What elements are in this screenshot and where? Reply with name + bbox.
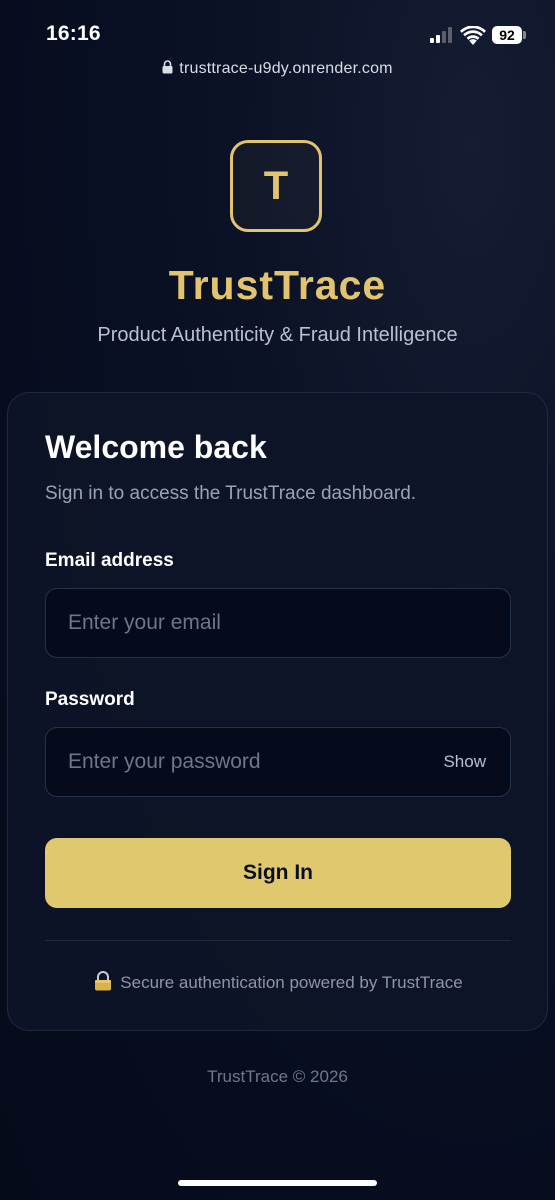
- brand-subtitle: Product Authenticity & Fraud Intelligenc…: [97, 324, 458, 346]
- divider: [45, 940, 511, 941]
- battery-cap: [523, 31, 526, 39]
- welcome-subheading: Sign in to access the TrustTrace dashboa…: [45, 483, 417, 504]
- password-field[interactable]: Show: [45, 727, 511, 797]
- secure-note-text: Secure authentication powered by TrustTr…: [120, 973, 463, 992]
- brand-logo: T: [230, 140, 322, 232]
- password-label: Password: [45, 689, 135, 710]
- brand-title: TrustTrace: [168, 262, 387, 308]
- welcome-heading: Welcome back: [45, 429, 267, 465]
- status-time: 16:16: [46, 22, 101, 45]
- email-label: Email address: [45, 550, 174, 571]
- password-input[interactable]: [68, 728, 408, 796]
- show-password-button[interactable]: Show: [443, 752, 486, 772]
- footer-copyright: TrustTrace © 2026: [207, 1067, 348, 1086]
- battery-indicator: 92: [492, 26, 522, 44]
- status-bar: 16:16 92: [0, 0, 555, 60]
- cellular-signal-icon: [430, 27, 456, 43]
- home-indicator[interactable]: [178, 1180, 377, 1186]
- browser-url-bar[interactable]: trusttrace-u9dy.onrender.com: [0, 60, 555, 78]
- sign-in-button[interactable]: Sign In: [45, 838, 511, 908]
- email-input[interactable]: [68, 589, 408, 657]
- login-card: Welcome back Sign in to access the Trust…: [7, 392, 548, 1031]
- url-text: trusttrace-u9dy.onrender.com: [179, 60, 393, 77]
- padlock-icon: [95, 971, 112, 991]
- secure-note: Secure authentication powered by TrustTr…: [8, 971, 549, 993]
- lock-icon: [162, 60, 173, 74]
- wifi-icon: [460, 26, 486, 45]
- logo-letter: T: [263, 163, 289, 208]
- email-field[interactable]: [45, 588, 511, 658]
